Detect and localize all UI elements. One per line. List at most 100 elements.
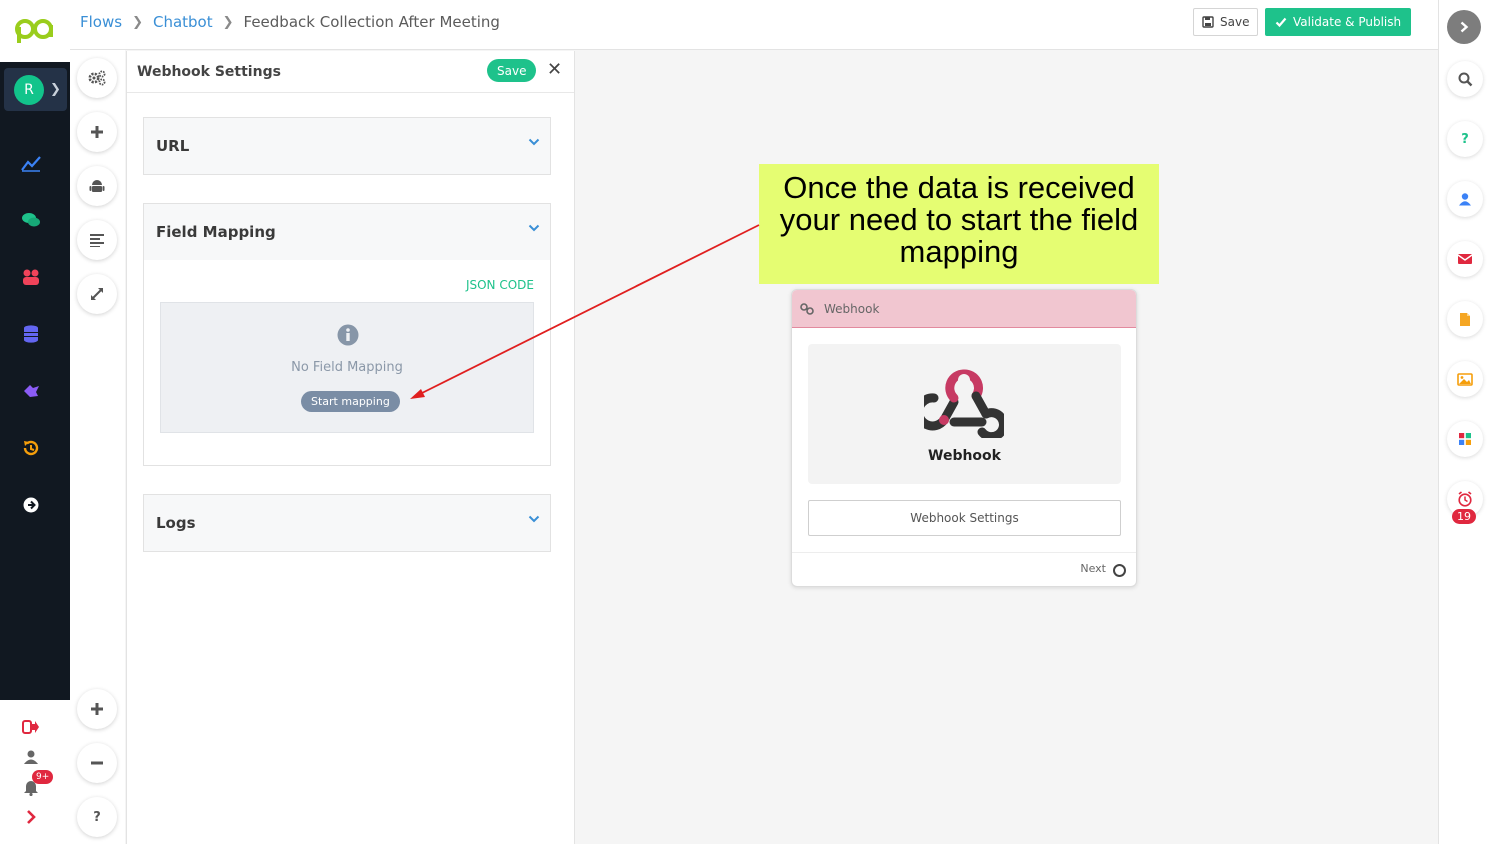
file-icon (1460, 312, 1470, 326)
webhook-node[interactable]: Webhook Webhook Webhook Settings Next (791, 289, 1137, 587)
chevron-down-icon (528, 138, 540, 146)
top-header: Flows ❯ Chatbot ❯ Feedback Collection Af… (70, 0, 1438, 50)
url-section-header[interactable]: URL (144, 118, 550, 174)
panel-save-button[interactable]: Save (487, 59, 537, 82)
settings-tool-button[interactable] (77, 58, 117, 98)
start-mapping-button[interactable]: Start mapping (301, 391, 400, 412)
plus-icon (91, 126, 103, 138)
collapse-rail-button[interactable] (1447, 10, 1481, 44)
breadcrumb-current: Feedback Collection After Meeting (243, 13, 500, 31)
no-field-mapping-text: No Field Mapping (291, 360, 403, 375)
validate-publish-label: Validate & Publish (1293, 15, 1402, 29)
database-icon[interactable] (20, 323, 42, 345)
field-mapping-title: Field Mapping (156, 223, 276, 241)
bot-tool-button[interactable] (77, 166, 117, 206)
panel-title: Webhook Settings (137, 64, 281, 80)
notification-badge: 9+ (32, 770, 54, 784)
field-mapping-section: Field Mapping JSON CODE No Field Mapping… (143, 203, 551, 466)
breadcrumb-chatbot[interactable]: Chatbot (153, 13, 213, 31)
chevron-right-icon: ❯ (222, 14, 234, 30)
history-icon[interactable] (20, 437, 42, 459)
webhook-node-header[interactable]: Webhook (792, 290, 1136, 328)
save-button-label: Save (1220, 15, 1250, 29)
alarm-clock-icon (1458, 491, 1472, 507)
integrations-icon[interactable] (20, 380, 42, 402)
field-mapping-header[interactable]: Field Mapping (144, 204, 550, 260)
webhook-node-footer: Next (792, 552, 1136, 586)
search-button[interactable] (1447, 61, 1483, 97)
chevron-down-icon (528, 515, 540, 523)
apps-grid-icon (1459, 433, 1471, 445)
field-mapping-empty-state: No Field Mapping Start mapping (160, 302, 534, 433)
pa-logo-icon (15, 19, 53, 43)
next-label: Next (1080, 562, 1106, 575)
panel-header: Webhook Settings Save ✕ (127, 51, 574, 93)
info-icon (337, 324, 359, 346)
reminders-badge: 19 (1452, 509, 1476, 524)
webhook-node-header-label: Webhook (824, 301, 880, 316)
align-left-icon (90, 234, 104, 247)
apps-button[interactable] (1447, 421, 1483, 457)
right-rail: ? 19 (1438, 0, 1489, 844)
align-tool-button[interactable] (77, 220, 117, 260)
url-section[interactable]: URL (143, 117, 551, 175)
app-logo[interactable] (0, 0, 70, 62)
check-icon (1275, 17, 1287, 28)
minus-icon (91, 761, 103, 765)
help-center-button[interactable]: ? (1447, 121, 1483, 157)
user-icon[interactable] (20, 746, 42, 768)
chevron-right-icon: ❯ (132, 14, 143, 30)
question-icon: ? (1461, 131, 1469, 147)
expand-icon (91, 288, 103, 300)
chat-icon[interactable] (20, 209, 42, 231)
plus-icon (91, 703, 103, 715)
validate-publish-button[interactable]: Validate & Publish (1265, 8, 1412, 36)
webhook-node-card: Webhook (808, 344, 1121, 484)
tool-column: ? (70, 50, 125, 844)
webhook-settings-button[interactable]: Webhook Settings (808, 500, 1121, 536)
chevron-right-icon (1460, 21, 1469, 33)
floppy-icon (1202, 16, 1214, 28)
logs-section-header[interactable]: Logs (144, 495, 550, 551)
image-button[interactable] (1447, 361, 1483, 397)
close-icon[interactable]: ✕ (547, 61, 562, 79)
zoom-in-button[interactable] (77, 689, 117, 729)
main-navigation: R ❯ 9+ (0, 0, 70, 844)
add-tool-button[interactable] (77, 112, 117, 152)
url-section-title: URL (156, 137, 190, 155)
next-connector-port[interactable] (1113, 564, 1126, 577)
document-button[interactable] (1447, 301, 1483, 337)
analytics-icon[interactable] (20, 152, 42, 174)
mail-button[interactable] (1447, 241, 1483, 277)
gears-icon (88, 70, 106, 86)
arrow-circle-right-icon[interactable] (20, 494, 42, 516)
avatar: R (14, 74, 44, 105)
link-icon (800, 302, 814, 315)
chevron-right-icon[interactable] (20, 806, 42, 828)
user-icon (1459, 193, 1471, 206)
breadcrumb-flows[interactable]: Flows (80, 13, 122, 31)
logs-section-title: Logs (156, 514, 196, 532)
chevron-right-icon: ❯ (50, 82, 61, 97)
json-code-link[interactable]: JSON CODE (466, 278, 534, 292)
logout-icon[interactable] (20, 716, 42, 738)
user-switcher[interactable]: R ❯ (4, 68, 67, 111)
envelope-icon (1457, 254, 1473, 264)
annotation-callout: Once the data is received your need to s… (759, 164, 1159, 284)
webhook-settings-panel: Webhook Settings Save ✕ URL Field Mappin… (126, 51, 575, 844)
chevron-down-icon (528, 224, 540, 232)
question-icon: ? (93, 809, 101, 825)
webhook-node-name: Webhook (928, 448, 1001, 464)
expand-tool-button[interactable] (77, 274, 117, 314)
image-icon (1457, 372, 1473, 386)
webhook-logo-icon (924, 369, 1004, 438)
logs-section[interactable]: Logs (143, 494, 551, 552)
breadcrumb: Flows ❯ Chatbot ❯ Feedback Collection Af… (80, 13, 500, 31)
contacts-icon[interactable] (20, 266, 42, 288)
zoom-out-button[interactable] (77, 743, 117, 783)
save-button[interactable]: Save (1193, 8, 1259, 36)
help-button[interactable]: ? (77, 797, 117, 837)
search-icon (1458, 72, 1472, 86)
android-icon (89, 180, 105, 192)
profile-button[interactable] (1447, 181, 1483, 217)
